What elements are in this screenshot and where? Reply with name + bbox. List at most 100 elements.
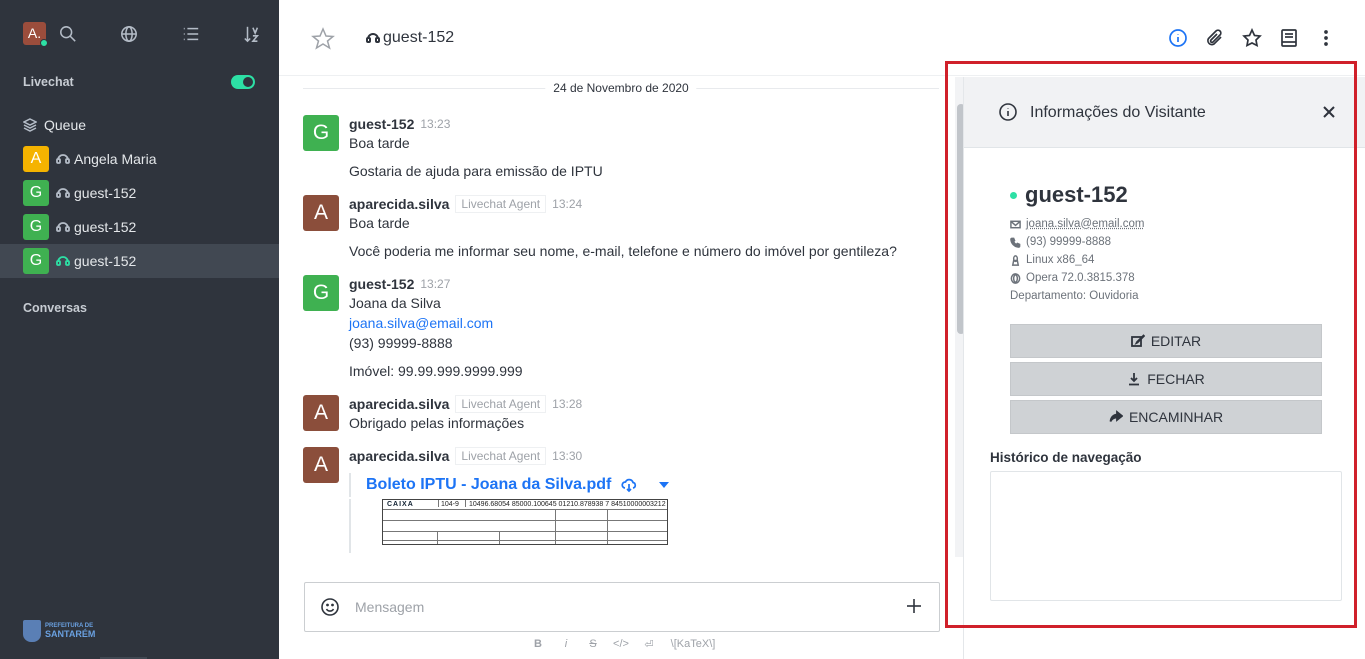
livechat-room-icon	[56, 256, 70, 266]
forward-button[interactable]: ENCAMINHAR	[1010, 400, 1322, 434]
close-chat-button[interactable]: FECHAR	[1010, 362, 1322, 396]
room-history-book-icon[interactable]	[1279, 28, 1301, 50]
message-text: Joana da Silva	[349, 295, 441, 311]
collapse-caret-icon[interactable]	[659, 482, 670, 488]
message-time: 13:28	[552, 397, 583, 411]
conversas-section-label: Conversas	[23, 301, 87, 315]
italic-button[interactable]: i	[562, 638, 570, 654]
queue-icon	[23, 118, 37, 132]
message-composer	[304, 582, 940, 632]
opera-icon	[1010, 272, 1021, 284]
info-icon	[998, 102, 1018, 122]
sidebar: A. Livechat Queue A Angela Maria G guest…	[0, 0, 279, 659]
avatar: A	[23, 146, 49, 172]
download-cloud-icon[interactable]	[621, 477, 637, 493]
forward-button-label: ENCAMINHAR	[1128, 409, 1224, 425]
livechat-availability-toggle[interactable]	[231, 75, 255, 89]
date-separator-label: 24 de Novembro de 2020	[545, 81, 697, 95]
message-author[interactable]: aparecida.silva	[349, 448, 449, 464]
message-author[interactable]: aparecida.silva	[349, 196, 449, 212]
katex-button[interactable]: \[KaTeX\]	[667, 638, 719, 654]
multiline-button[interactable]: ⏎	[643, 638, 655, 654]
bank-code: 104-9	[441, 501, 459, 508]
date-separator: 24 de Novembro de 2020	[303, 79, 939, 97]
message-time: 13:23	[420, 117, 451, 131]
strike-button[interactable]: S	[588, 638, 598, 654]
message-text: Imóvel: 99.99.999.9999.999	[349, 363, 523, 379]
visitor-browser-text: Opera 72.0.3815.378	[1026, 272, 1135, 284]
visitor-phone: (93) 99999-8888	[1010, 234, 1111, 250]
role-badge: Livechat Agent	[455, 447, 547, 465]
phone-icon	[1010, 237, 1021, 248]
sort-icon[interactable]	[243, 25, 263, 45]
avatar[interactable]: G	[303, 275, 339, 311]
room-name: Angela Maria	[74, 151, 157, 167]
avatar[interactable]: A	[303, 195, 339, 231]
message-time: 13:24	[552, 197, 583, 211]
avatar[interactable]: A	[303, 447, 339, 483]
avatar: G	[23, 214, 49, 240]
kebab-menu-icon[interactable]	[1316, 28, 1338, 50]
attachment-link[interactable]: Boleto IPTU - Joana da Silva.pdf	[366, 476, 611, 494]
room-header: guest-152	[279, 0, 1365, 76]
user-avatar[interactable]: A.	[23, 22, 48, 47]
edit-button-label: EDITAR	[1150, 333, 1202, 349]
starred-messages-icon[interactable]	[1242, 27, 1264, 50]
role-badge: Livechat Agent	[455, 195, 547, 213]
edit-button[interactable]: EDITAR	[1010, 324, 1322, 358]
sidebar-room-guest-152-active[interactable]: G guest-152	[0, 244, 279, 278]
visitor-browser: Opera 72.0.3815.378	[1010, 270, 1135, 286]
email-link[interactable]: joana.silva@email.com	[349, 313, 923, 333]
sidebar-room-angela-maria[interactable]: A Angela Maria	[0, 142, 279, 176]
download-icon	[1129, 373, 1140, 386]
sidebar-room-guest-152[interactable]: G guest-152	[0, 210, 279, 244]
favorite-star-icon[interactable]	[311, 27, 335, 51]
share-arrow-icon	[1109, 410, 1123, 422]
room-name: guest-152	[74, 185, 137, 201]
panel-title: Informações do Visitante	[1030, 104, 1206, 121]
visitor-info-icon[interactable]	[1168, 28, 1190, 50]
user-avatar-initial: A.	[27, 25, 42, 41]
queue-label: Queue	[44, 117, 87, 133]
barcode-line: 10496.68054 85000.100645 01210.878938 7 …	[469, 501, 666, 508]
emoji-icon[interactable]	[320, 597, 340, 617]
visitor-department: Departamento: Ouvidoria	[1010, 290, 1139, 302]
sidebar-room-guest-152[interactable]: G guest-152	[0, 176, 279, 210]
avatar[interactable]: G	[303, 115, 339, 151]
visitor-os-text: Linux x86_64	[1026, 254, 1095, 266]
bold-button[interactable]: B	[533, 638, 543, 654]
nav-history-label: Histórico de navegação	[990, 450, 1142, 465]
directory-globe-icon[interactable]	[120, 25, 140, 45]
room-name: guest-152	[74, 253, 137, 269]
search-icon[interactable]	[59, 25, 79, 45]
visitor-status-dot	[1010, 191, 1017, 199]
crest-icon	[23, 620, 41, 642]
nav-history-list[interactable]	[990, 471, 1342, 601]
attachment-clip-icon[interactable]	[1205, 28, 1227, 50]
bank-logo: CAIXA	[387, 501, 414, 508]
prefeitura-logo: PREFEITURA DE SANTARÉM	[23, 620, 95, 642]
message-author[interactable]: aparecida.silva	[349, 396, 449, 412]
livechat-room-icon	[56, 154, 70, 164]
plus-icon[interactable]	[905, 597, 923, 615]
avatar: G	[23, 248, 49, 274]
logo-line2: SANTARÉM	[45, 629, 96, 639]
sidebar-item-queue[interactable]: Queue	[23, 114, 86, 136]
envelope-icon	[1010, 220, 1021, 228]
avatar[interactable]: A	[303, 395, 339, 431]
message-text: Obrigado pelas informações	[349, 415, 525, 431]
view-mode-list-icon[interactable]	[182, 25, 202, 45]
message-author[interactable]: guest-152	[349, 276, 414, 292]
room-name: guest-152	[74, 219, 137, 235]
code-button[interactable]: </>	[612, 638, 630, 654]
message-input[interactable]	[355, 595, 875, 619]
sidebar-toolbar: A.	[23, 22, 260, 48]
livechat-headset-icon	[366, 33, 380, 43]
attachment-preview[interactable]: CAIXA 104-9 10496.68054 85000.100645 012…	[349, 499, 923, 553]
visitor-os: Linux x86_64	[1010, 252, 1094, 268]
visitor-email-link[interactable]: joana.silva@email.com	[1026, 218, 1144, 230]
close-icon[interactable]	[1321, 104, 1337, 120]
message-time: 13:27	[420, 277, 451, 291]
message-author[interactable]: guest-152	[349, 116, 414, 132]
visitor-phone-text: (93) 99999-8888	[1026, 236, 1112, 248]
